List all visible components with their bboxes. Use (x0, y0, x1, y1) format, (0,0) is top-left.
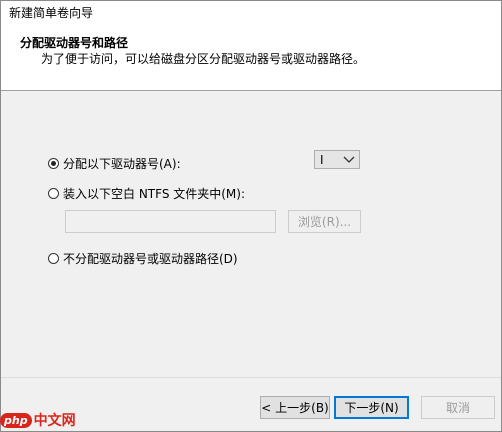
drive-letter-value: I (320, 152, 324, 167)
wizard-header: 分配驱动器号和路径 为了便于访问，可以给磁盘分区分配驱动器号或驱动器路径。 (1, 25, 501, 91)
mount-folder-label: 装入以下空白 NTFS 文件夹中(M): (63, 187, 246, 201)
next-button[interactable]: 下一步(N) (334, 396, 409, 419)
folder-path-input[interactable] (65, 210, 276, 233)
assign-letter-option[interactable]: 分配以下驱动器号(A): (48, 155, 181, 172)
browse-button[interactable]: 浏览(R)... (288, 210, 361, 233)
no-assign-option[interactable]: 不分配驱动器号或驱动器路径(D) (48, 250, 238, 267)
title-bar: 新建简单卷向导 (1, 1, 501, 25)
assign-letter-label: 分配以下驱动器号(A): (63, 157, 181, 171)
wizard-window: 新建简单卷向导 分配驱动器号和路径 为了便于访问，可以给磁盘分区分配驱动器号或驱… (0, 0, 502, 432)
watermark-site: 中文网 (33, 413, 76, 429)
mount-folder-radio[interactable] (48, 188, 59, 199)
cancel-button[interactable]: 取消 (421, 396, 495, 419)
wizard-body (1, 91, 501, 377)
mount-folder-option[interactable]: 装入以下空白 NTFS 文件夹中(M): (48, 185, 245, 202)
drive-letter-select[interactable]: I (314, 150, 360, 169)
watermark: php 中文网 (0, 410, 76, 430)
assign-letter-radio[interactable] (48, 158, 59, 169)
watermark-logo: php (0, 412, 32, 428)
page-title: 分配驱动器号和路径 (20, 36, 129, 50)
back-button[interactable]: < 上一步(B) (260, 396, 330, 419)
no-assign-radio[interactable] (48, 253, 59, 264)
page-subtitle: 为了便于访问，可以给磁盘分区分配驱动器号或驱动器路径。 (41, 52, 366, 66)
no-assign-label: 不分配驱动器号或驱动器路径(D) (63, 252, 238, 266)
window-title: 新建简单卷向导 (9, 6, 94, 20)
chevron-down-icon (343, 156, 355, 163)
